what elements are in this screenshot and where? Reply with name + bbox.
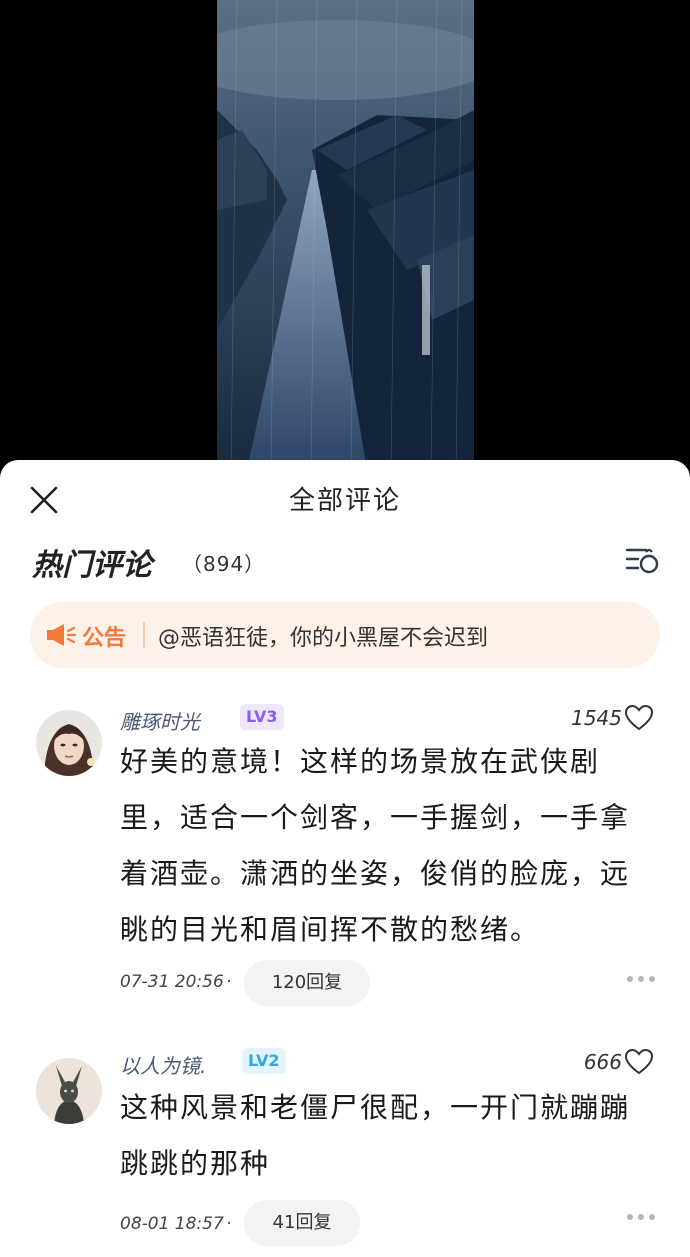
comment-time: 07-31 20:56 (120, 972, 224, 992)
video-thumbnail[interactable] (217, 0, 474, 470)
comment-line: 里，适合一个剑客，一手握剑，一手拿 (120, 801, 631, 834)
heart-icon[interactable] (624, 1048, 654, 1076)
hot-comments-header: 热门评论 （894） (32, 538, 660, 583)
comment-time: 08-01 18:57 (120, 1214, 224, 1234)
comments-sheet: 全部评论 热门评论 （894） 公告 @恶语狂徒，你的小黑屋不会迟到 雕琢时光 … (0, 460, 690, 1257)
avatar[interactable] (36, 1058, 102, 1124)
username[interactable]: 以人为镜. (120, 1050, 206, 1079)
announcement-divider (143, 622, 145, 648)
sheet-title: 全部评论 (288, 486, 401, 516)
comment-line: 跳跳的那种 (120, 1147, 271, 1180)
rainy-canal-scene (217, 0, 474, 470)
user-avatar-image (36, 710, 102, 776)
level-badge: LV2 (242, 1048, 286, 1074)
video-area[interactable] (0, 0, 690, 470)
replies-button[interactable]: 41回复 (244, 1200, 360, 1246)
announcement-tag: 公告 (82, 626, 127, 651)
meta-dot: · (226, 1214, 232, 1234)
comment-line: 这种风景和老僵尸很配，一开门就蹦蹦 (120, 1091, 631, 1124)
like-count: 666 (583, 1050, 622, 1074)
user-avatar-image (36, 1058, 102, 1124)
announcement-text: @恶语狂徒，你的小黑屋不会迟到 (158, 626, 489, 651)
hot-comments-title: 热门评论 (32, 548, 152, 583)
more-icon[interactable] (626, 974, 656, 984)
avatar[interactable] (36, 710, 102, 776)
megaphone-icon (47, 624, 76, 646)
comment-item: 雕琢时光 LV3 1545 好美的意境！这样的场景放在武侠剧 里，适合一个剑客，… (0, 698, 690, 1018)
heart-icon[interactable] (624, 704, 654, 732)
announcement-banner[interactable]: 公告 @恶语狂徒，你的小黑屋不会迟到 (30, 602, 660, 668)
like-count: 1545 (571, 706, 622, 730)
meta-dot: · (226, 972, 232, 992)
comment-text: 好美的意境！这样的场景放在武侠剧 里，适合一个剑客，一手握剑，一手拿 着酒壶。潇… (120, 734, 650, 958)
replies-button[interactable]: 120回复 (244, 960, 370, 1006)
comment-line: 眺的目光和眉间挥不散的愁绪。 (120, 913, 541, 946)
comment-item: 以人为镜. LV2 666 这种风景和老僵尸很配，一开门就蹦蹦 跳跳的那种 08… (0, 1040, 690, 1257)
comment-text: 这种风景和老僵尸很配，一开门就蹦蹦 跳跳的那种 (120, 1080, 650, 1192)
comment-count: （894） (182, 552, 266, 576)
comment-line: 着酒壶。潇洒的坐姿，俊俏的脸庞，远 (120, 857, 631, 890)
sort-icon[interactable] (624, 542, 660, 576)
username[interactable]: 雕琢时光 (120, 706, 200, 735)
more-icon[interactable] (626, 1212, 656, 1222)
level-badge: LV3 (240, 704, 284, 730)
comment-line: 好美的意境！这样的场景放在武侠剧 (120, 745, 601, 778)
sheet-header: 全部评论 (0, 460, 690, 542)
